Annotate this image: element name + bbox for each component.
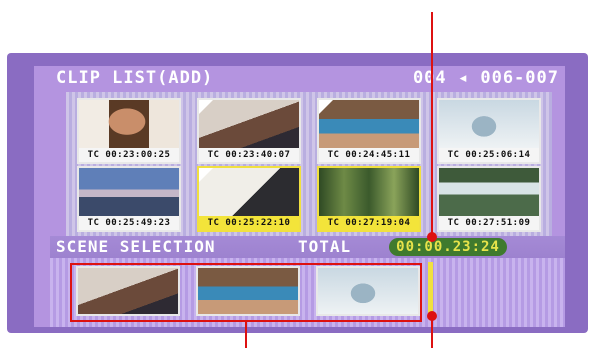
clip-thumbnail[interactable]: TC 00:27:19:04 xyxy=(317,166,421,232)
clip-thumbnail-image xyxy=(79,168,179,216)
clip-thumbnail[interactable]: TC 00:23:00:25 xyxy=(77,98,181,164)
clip-thumbnail[interactable]: TC 00:25:22:10 xyxy=(197,166,301,232)
clip-thumbnail[interactable]: TC 00:25:06:14 xyxy=(437,98,541,164)
clip-thumbnail[interactable]: TC 00:24:45:11 xyxy=(317,98,421,164)
page-title: CLIP LIST(ADD) xyxy=(56,68,214,88)
clip-thumbnail-image xyxy=(319,100,419,148)
title-bar: CLIP LIST(ADD) 004 ◂ 006-007 xyxy=(50,66,565,90)
clip-thumbnail-image xyxy=(319,168,419,216)
callout-dot xyxy=(427,311,437,321)
scene-selection-bar: SCENE SELECTION TOTAL 00:00.23:24 xyxy=(50,236,565,258)
clip-mark-icon xyxy=(319,100,333,114)
clip-timecode: TC 00:27:51:09 xyxy=(439,216,539,230)
clip-mark-icon xyxy=(199,100,213,114)
clip-range-indicator: 004 ◂ 006-007 xyxy=(412,68,559,88)
clip-thumbnail-image xyxy=(199,100,299,148)
clip-timecode: TC 00:24:45:11 xyxy=(319,148,419,162)
callout-line-total xyxy=(431,12,433,236)
clip-timecode: TC 00:25:22:10 xyxy=(199,216,299,230)
total-duration-value: 00:00.23:24 xyxy=(389,238,507,256)
total-label: TOTAL xyxy=(298,237,352,256)
clip-thumbnail-image xyxy=(439,168,539,216)
clip-thumbnail-image xyxy=(439,100,539,148)
annotation-highlight-box xyxy=(70,263,422,322)
clip-thumbnail-grid: TC 00:23:00:25 TC 00:23:40:07 TC 00:24:45:… xyxy=(66,92,552,236)
clip-timecode: TC 00:23:40:07 xyxy=(199,148,299,162)
callout-line-scenes xyxy=(245,322,247,348)
clip-thumbnail[interactable]: TC 00:23:40:07 xyxy=(197,98,301,164)
clip-timecode: TC 00:23:00:25 xyxy=(79,148,179,162)
clip-mark-icon xyxy=(199,168,213,182)
clip-timecode: TC 00:25:49:23 xyxy=(79,216,179,230)
clip-thumbnail-image xyxy=(199,168,299,216)
clip-thumbnail[interactable]: TC 00:27:51:09 xyxy=(437,166,541,232)
scene-selection-label: SCENE SELECTION xyxy=(56,237,216,256)
clip-timecode: TC 00:25:06:14 xyxy=(439,148,539,162)
clip-timecode: TC 00:27:19:04 xyxy=(319,216,419,230)
clip-thumbnail-image xyxy=(79,100,179,148)
insert-cursor xyxy=(428,262,433,316)
callout-dot xyxy=(427,232,437,242)
clip-thumbnail[interactable]: TC 00:25:49:23 xyxy=(77,166,181,232)
